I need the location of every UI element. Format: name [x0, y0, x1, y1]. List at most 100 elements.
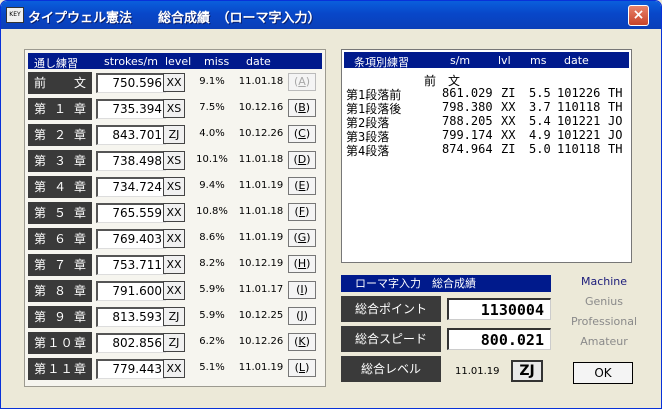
key-button-a[interactable]: (A)	[288, 73, 316, 91]
table-row: 第３章 738.498 XS 10.1% 11.01.18 (D)	[28, 150, 322, 174]
date-value: 11.01.19	[238, 180, 284, 191]
chapter-label: 第１章	[28, 98, 92, 120]
miss-value: 5.9%	[199, 284, 225, 295]
miss-value: 8.6%	[199, 232, 225, 243]
date-column-header: date	[564, 54, 589, 67]
section-date: 101221	[557, 114, 601, 128]
list-item[interactable]: 第4段落 874.964 ZI 5.0 110118 TH	[346, 142, 628, 158]
total-level-date: 11.01.19	[455, 366, 500, 377]
key-letter: I	[300, 283, 304, 296]
strokes-value: 735.394	[96, 99, 166, 119]
list-item[interactable]: 第1段落後 798.380 XX 3.7 110118 TH	[346, 100, 628, 116]
strokes-value: 802.856	[96, 333, 166, 353]
key-letter: L	[298, 361, 306, 374]
key-button-l[interactable]: (L)	[288, 359, 316, 377]
table-row: 第６章 769.403 XX 8.6% 11.01.19 (G)	[28, 228, 322, 252]
title-bar[interactable]: KEY タイプウェル憲法 総合成績 （ローマ字入力） ×	[1, 1, 661, 29]
section-lvl: XX	[501, 114, 516, 128]
full-practice-header: 通し練習 strokes/m level miss date	[28, 53, 322, 70]
table-row: 第４章 734.724 XS 9.4% 11.01.19 (E)	[28, 176, 322, 200]
table-row: 第１１章 779.443 XX 5.1% 11.01.19 (L)	[28, 358, 322, 382]
sm-column-header: s/m	[450, 54, 471, 67]
rank-amateur: Amateur	[580, 335, 628, 348]
level-value: XS	[163, 151, 185, 170]
miss-value: 9.1%	[199, 76, 225, 87]
section-date: 110118	[557, 100, 601, 114]
section-sm: 861.029	[442, 86, 493, 100]
miss-value: 5.1%	[199, 362, 225, 373]
total-speed-label: 総合スピード	[341, 326, 441, 352]
section-name: 第4段落	[346, 144, 390, 158]
date-value: 11.01.19	[238, 232, 284, 243]
chapter-label: 第１１章	[28, 358, 92, 380]
table-row: 第９章 813.593 ZJ 5.9% 10.12.25 (J)	[28, 306, 322, 330]
full-practice-panel: 通し練習 strokes/m level miss date 前文 750.596…	[24, 49, 326, 387]
date-value: 11.01.18	[238, 154, 284, 165]
section-user: JO	[608, 128, 623, 142]
level-value: ZJ	[163, 307, 185, 326]
miss-column-header: miss	[204, 55, 230, 68]
lvl-column-header: lvl	[498, 54, 511, 67]
miss-value: 7.5%	[199, 102, 225, 113]
section-lvl: ZI	[501, 142, 516, 156]
strokes-value: 750.596	[96, 73, 166, 93]
app-keyboard-icon[interactable]: KEY	[6, 7, 24, 23]
section-date: 101221	[557, 128, 601, 142]
section-ms: 5.5	[529, 86, 551, 100]
chapter-label: 第４章	[28, 176, 92, 198]
miss-value: 9.4%	[199, 180, 225, 191]
key-button-g[interactable]: (G)	[288, 229, 316, 247]
chapter-label: 前文	[28, 72, 92, 94]
table-row: 第１０章 802.856 ZJ 6.2% 10.12.26 (K)	[28, 332, 322, 356]
section-practice-panel: 条項別練習 s/m lvl ms date 前 文 第1段落前 861.029 ZI…	[341, 49, 632, 263]
section-ms: 4.9	[529, 128, 551, 142]
level-value: XS	[163, 99, 185, 118]
strokes-column-header: strokes/m	[104, 55, 158, 68]
table-row: 第７章 753.711 XX 8.2% 10.12.19 (H)	[28, 254, 322, 278]
key-button-j[interactable]: (J)	[288, 307, 316, 325]
rank-professional: Professional	[570, 315, 638, 328]
section-lvl: XX	[501, 128, 516, 142]
window-title: タイプウェル憲法 総合成績 （ローマ字入力）	[28, 11, 321, 26]
chapter-label: 第５章	[28, 202, 92, 224]
overall-summary-panel: ローマ字入力 総合成績 総合ポイント 1130004 総合スピード 800.02…	[341, 275, 551, 383]
date-column-header: date	[246, 55, 271, 68]
chapter-label: 第２章	[28, 124, 92, 146]
key-button-f[interactable]: (F)	[288, 203, 316, 221]
total-level-value: ZJ	[511, 360, 543, 382]
key-letter: F	[298, 205, 306, 218]
miss-value: 8.2%	[199, 258, 225, 269]
section-sm: 788.205	[442, 114, 493, 128]
key-letter: D	[297, 153, 307, 166]
key-letter: B	[298, 101, 306, 114]
main-window: KEY タイプウェル憲法 総合成績 （ローマ字入力） × 通し練習 stroke…	[0, 0, 662, 409]
key-button-e[interactable]: (E)	[288, 177, 316, 195]
chapter-label: 第７章	[28, 254, 92, 276]
chapter-label: 第１０章	[28, 332, 92, 354]
level-value: XX	[163, 281, 185, 300]
date-value: 10.12.25	[238, 310, 284, 321]
chapter-label: 第８章	[28, 280, 92, 302]
key-button-b[interactable]: (B)	[288, 99, 316, 117]
miss-value: 10.1%	[196, 154, 228, 165]
key-button-d[interactable]: (D)	[288, 151, 316, 169]
list-item[interactable]: 第3段落 799.174 XX 4.9 101221 JO	[346, 128, 628, 144]
key-letter: H	[297, 257, 307, 270]
key-button-c[interactable]: (C)	[288, 125, 316, 143]
list-item[interactable]: 第1段落前 861.029 ZI 5.5 101226 TH	[346, 86, 628, 102]
ok-button[interactable]: OK	[573, 362, 633, 384]
close-button[interactable]: ×	[628, 5, 649, 26]
strokes-value: 738.498	[96, 151, 166, 171]
level-value: XX	[163, 203, 185, 222]
date-value: 11.01.18	[238, 206, 284, 217]
section-lvl: ZI	[501, 86, 516, 100]
ms-column-header: ms	[530, 54, 547, 67]
table-row: 第２章 843.701 ZJ 4.0% 10.12.26 (C)	[28, 124, 322, 148]
list-item[interactable]: 第2段落 788.205 XX 5.4 101221 JO	[346, 114, 628, 130]
key-button-k[interactable]: (K)	[288, 333, 316, 351]
table-row: 前文 750.596 XX 9.1% 11.01.18 (A)	[28, 72, 322, 96]
section-ms: 3.7	[529, 100, 551, 114]
miss-value: 5.9%	[199, 310, 225, 321]
key-button-h[interactable]: (H)	[288, 255, 316, 273]
key-button-i[interactable]: (I)	[288, 281, 316, 299]
